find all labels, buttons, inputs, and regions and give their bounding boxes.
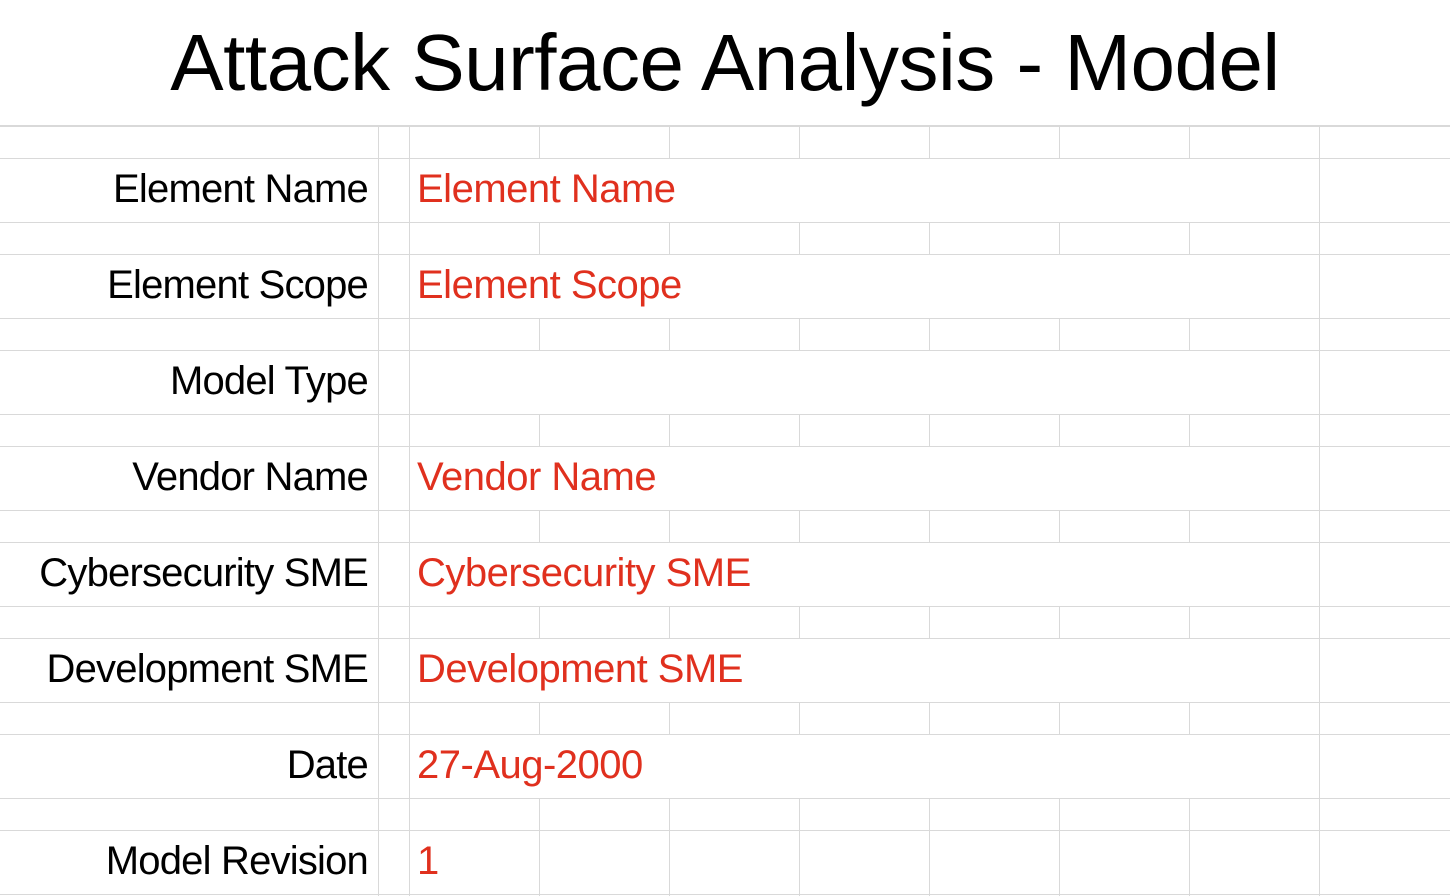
- field-value-vendor-name[interactable]: Vendor Name: [417, 445, 657, 509]
- grid-vline: [539, 702, 540, 734]
- grid-hline: [0, 222, 1450, 223]
- grid-vline: [799, 222, 800, 254]
- grid-vline: [1319, 126, 1320, 896]
- grid-vline: [669, 414, 670, 446]
- grid-vline: [929, 798, 930, 830]
- grid-vline: [539, 126, 540, 158]
- grid-vline: [929, 222, 930, 254]
- grid-vline: [669, 126, 670, 158]
- grid-hline: [0, 798, 1450, 799]
- grid-vline: [539, 414, 540, 446]
- field-label-element-scope[interactable]: Element Scope: [0, 253, 369, 317]
- grid-vline: [378, 126, 379, 896]
- grid-vline: [1059, 414, 1060, 446]
- grid-vline: [799, 126, 800, 158]
- grid-vline: [1059, 318, 1060, 350]
- grid-vline: [539, 798, 540, 830]
- grid-vline: [1189, 318, 1190, 350]
- grid-vline: [539, 606, 540, 638]
- grid-vline: [539, 222, 540, 254]
- grid-vline: [669, 510, 670, 542]
- grid-vline: [1189, 414, 1190, 446]
- grid-vline: [539, 830, 540, 896]
- sheet-title[interactable]: Attack Surface Analysis - Model: [0, 0, 1450, 126]
- grid-vline: [1059, 798, 1060, 830]
- field-label-model-type[interactable]: Model Type: [0, 349, 369, 413]
- grid-vline: [669, 830, 670, 896]
- grid-vline: [929, 414, 930, 446]
- grid-vline: [929, 318, 930, 350]
- field-value-model-revision[interactable]: 1: [417, 829, 439, 893]
- grid-vline: [1189, 606, 1190, 638]
- field-label-element-name[interactable]: Element Name: [0, 157, 369, 221]
- grid-vline: [539, 510, 540, 542]
- grid-hline: [0, 702, 1450, 703]
- grid-vline: [1059, 606, 1060, 638]
- grid-vline: [409, 126, 410, 896]
- field-label-cybersecurity-sme[interactable]: Cybersecurity SME: [0, 541, 369, 605]
- grid-vline: [669, 798, 670, 830]
- grid-vline: [669, 606, 670, 638]
- grid-vline: [1189, 702, 1190, 734]
- grid-vline: [1059, 126, 1060, 158]
- field-label-date[interactable]: Date: [0, 733, 369, 797]
- field-label-vendor-name[interactable]: Vendor Name: [0, 445, 369, 509]
- field-label-model-revision[interactable]: Model Revision: [0, 829, 369, 893]
- grid-vline: [1189, 222, 1190, 254]
- grid-vline: [1189, 510, 1190, 542]
- grid-vline: [1059, 830, 1060, 896]
- grid-vline: [1189, 798, 1190, 830]
- grid-hline: [0, 894, 1450, 895]
- grid-vline: [669, 318, 670, 350]
- grid-vline: [929, 702, 930, 734]
- grid-vline: [929, 606, 930, 638]
- grid-vline: [929, 830, 930, 896]
- grid-vline: [799, 606, 800, 638]
- grid-vline: [1059, 702, 1060, 734]
- grid-vline: [669, 222, 670, 254]
- grid-vline: [799, 830, 800, 896]
- grid-vline: [929, 510, 930, 542]
- grid-vline: [1059, 510, 1060, 542]
- grid-hline: [0, 510, 1450, 511]
- grid-vline: [799, 702, 800, 734]
- field-label-development-sme[interactable]: Development SME: [0, 637, 369, 701]
- grid-vline: [1189, 126, 1190, 158]
- grid-vline: [929, 126, 930, 158]
- grid-vline: [539, 318, 540, 350]
- grid-vline: [799, 318, 800, 350]
- grid-vline: [669, 702, 670, 734]
- field-value-development-sme[interactable]: Development SME: [417, 637, 743, 701]
- grid-vline: [799, 510, 800, 542]
- grid-hline: [0, 414, 1450, 415]
- grid-hline: [0, 318, 1450, 319]
- grid-vline: [799, 414, 800, 446]
- field-value-element-name[interactable]: Element Name: [417, 157, 676, 221]
- grid-vline: [1189, 830, 1190, 896]
- grid-vline: [799, 798, 800, 830]
- grid-vline: [1059, 222, 1060, 254]
- grid-hline: [0, 606, 1450, 607]
- field-value-date[interactable]: 27-Aug-2000: [417, 733, 643, 797]
- field-value-element-scope[interactable]: Element Scope: [417, 253, 682, 317]
- spreadsheet-grid: Attack Surface Analysis - Model Element …: [0, 0, 1450, 896]
- field-value-cybersecurity-sme[interactable]: Cybersecurity SME: [417, 541, 751, 605]
- grid-hline: [0, 126, 1450, 127]
